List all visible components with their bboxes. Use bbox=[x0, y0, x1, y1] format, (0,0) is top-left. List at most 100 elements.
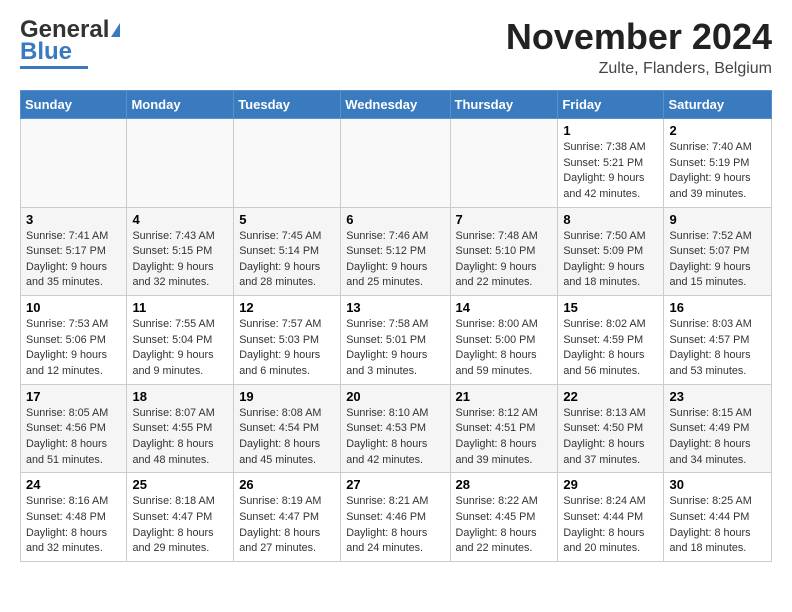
calendar: Sunday Monday Tuesday Wednesday Thursday… bbox=[20, 90, 772, 562]
logo-triangle-icon bbox=[111, 23, 120, 37]
day-info: Sunrise: 7:53 AM Sunset: 5:06 PM Dayligh… bbox=[26, 317, 121, 380]
day-number: 28 bbox=[456, 477, 553, 492]
day-info: Sunrise: 8:13 AM Sunset: 4:50 PM Dayligh… bbox=[563, 406, 658, 469]
table-row: 4Sunrise: 7:43 AM Sunset: 5:15 PM Daylig… bbox=[127, 207, 234, 296]
table-row: 26 Sunrise: 8:19 AM Sunset: 4:47 PM Dayli… bbox=[234, 473, 341, 562]
table-row: 16 Sunrise: 8:03 AM Sunset: 4:57 PM Dayli… bbox=[664, 296, 772, 385]
calendar-week-row: 3Sunrise: 7:41 AM Sunset: 5:17 PM Daylig… bbox=[21, 207, 772, 296]
day-number: 13 bbox=[346, 300, 444, 315]
day-number: 1 bbox=[563, 123, 658, 138]
table-row: 18Sunrise: 8:07 AM Sunset: 4:55 PM Dayli… bbox=[127, 384, 234, 473]
table-row: 17 Sunrise: 8:05 AM Sunset: 4:56 PM Dayli… bbox=[21, 384, 127, 473]
logo-blue: Blue bbox=[20, 40, 72, 64]
day-info: Sunrise: 7:52 AM Sunset: 5:07 PM Dayligh… bbox=[669, 229, 766, 292]
table-row: 6 Sunrise: 7:46 AM Sunset: 5:12 PM Daylig… bbox=[341, 207, 450, 296]
calendar-header-row: Sunday Monday Tuesday Wednesday Thursday… bbox=[21, 91, 772, 119]
col-friday: Friday bbox=[558, 91, 664, 119]
title-block: November 2024 Zulte, Flanders, Belgium bbox=[506, 16, 772, 78]
logo: General Blue bbox=[20, 16, 120, 69]
day-number: 20 bbox=[346, 389, 444, 404]
table-row: 7 Sunrise: 7:48 AM Sunset: 5:10 PM Daylig… bbox=[450, 207, 558, 296]
table-row: 25 Sunrise: 8:18 AM Sunset: 4:47 PM Dayli… bbox=[127, 473, 234, 562]
table-row: 3Sunrise: 7:41 AM Sunset: 5:17 PM Daylig… bbox=[21, 207, 127, 296]
day-number: 21 bbox=[456, 389, 553, 404]
day-number: 25 bbox=[132, 477, 228, 492]
day-info: Sunrise: 8:10 AM Sunset: 4:53 PM Dayligh… bbox=[346, 406, 444, 469]
table-row bbox=[21, 119, 127, 208]
month-title: November 2024 bbox=[506, 16, 772, 58]
day-info: Sunrise: 7:57 AM Sunset: 5:03 PM Dayligh… bbox=[239, 317, 335, 380]
day-number: 16 bbox=[669, 300, 766, 315]
day-info: Sunrise: 7:58 AM Sunset: 5:01 PM Dayligh… bbox=[346, 317, 444, 380]
day-number: 8 bbox=[563, 212, 658, 227]
day-info: Sunrise: 8:22 AM Sunset: 4:45 PM Dayligh… bbox=[456, 494, 553, 557]
col-monday: Monday bbox=[127, 91, 234, 119]
table-row: 21 Sunrise: 8:12 AM Sunset: 4:51 PM Dayli… bbox=[450, 384, 558, 473]
calendar-week-row: 24Sunrise: 8:16 AM Sunset: 4:48 PM Dayli… bbox=[21, 473, 772, 562]
day-info: Sunrise: 7:43 AM Sunset: 5:15 PM Dayligh… bbox=[132, 229, 228, 292]
table-row: 10 Sunrise: 7:53 AM Sunset: 5:06 PM Dayli… bbox=[21, 296, 127, 385]
col-wednesday: Wednesday bbox=[341, 91, 450, 119]
day-info: Sunrise: 8:25 AM Sunset: 4:44 PM Dayligh… bbox=[669, 494, 766, 557]
table-row: 9 Sunrise: 7:52 AM Sunset: 5:07 PM Daylig… bbox=[664, 207, 772, 296]
day-info: Sunrise: 7:40 AM Sunset: 5:19 PM Dayligh… bbox=[669, 140, 766, 203]
day-number: 30 bbox=[669, 477, 766, 492]
day-number: 2 bbox=[669, 123, 766, 138]
day-info: Sunrise: 7:45 AM Sunset: 5:14 PM Dayligh… bbox=[239, 229, 335, 292]
day-number: 10 bbox=[26, 300, 121, 315]
table-row: 14Sunrise: 8:00 AM Sunset: 5:00 PM Dayli… bbox=[450, 296, 558, 385]
day-info: Sunrise: 7:48 AM Sunset: 5:10 PM Dayligh… bbox=[456, 229, 553, 292]
table-row: 11Sunrise: 7:55 AM Sunset: 5:04 PM Dayli… bbox=[127, 296, 234, 385]
day-number: 17 bbox=[26, 389, 121, 404]
day-number: 15 bbox=[563, 300, 658, 315]
table-row: 13 Sunrise: 7:58 AM Sunset: 5:01 PM Dayli… bbox=[341, 296, 450, 385]
day-number: 27 bbox=[346, 477, 444, 492]
day-info: Sunrise: 8:05 AM Sunset: 4:56 PM Dayligh… bbox=[26, 406, 121, 469]
day-info: Sunrise: 7:38 AM Sunset: 5:21 PM Dayligh… bbox=[563, 140, 658, 203]
day-info: Sunrise: 8:02 AM Sunset: 4:59 PM Dayligh… bbox=[563, 317, 658, 380]
table-row bbox=[127, 119, 234, 208]
table-row: 23Sunrise: 8:15 AM Sunset: 4:49 PM Dayli… bbox=[664, 384, 772, 473]
location: Zulte, Flanders, Belgium bbox=[506, 60, 772, 78]
day-info: Sunrise: 7:46 AM Sunset: 5:12 PM Dayligh… bbox=[346, 229, 444, 292]
col-saturday: Saturday bbox=[664, 91, 772, 119]
table-row: 12 Sunrise: 7:57 AM Sunset: 5:03 PM Dayli… bbox=[234, 296, 341, 385]
table-row: 30 Sunrise: 8:25 AM Sunset: 4:44 PM Dayli… bbox=[664, 473, 772, 562]
day-info: Sunrise: 8:03 AM Sunset: 4:57 PM Dayligh… bbox=[669, 317, 766, 380]
day-number: 23 bbox=[669, 389, 766, 404]
day-number: 11 bbox=[132, 300, 228, 315]
day-number: 22 bbox=[563, 389, 658, 404]
day-number: 12 bbox=[239, 300, 335, 315]
day-number: 6 bbox=[346, 212, 444, 227]
day-info: Sunrise: 8:08 AM Sunset: 4:54 PM Dayligh… bbox=[239, 406, 335, 469]
table-row: 1 Sunrise: 7:38 AM Sunset: 5:21 PM Daylig… bbox=[558, 119, 664, 208]
logo-line bbox=[20, 66, 88, 69]
day-number: 19 bbox=[239, 389, 335, 404]
day-number: 9 bbox=[669, 212, 766, 227]
table-row: 19 Sunrise: 8:08 AM Sunset: 4:54 PM Dayli… bbox=[234, 384, 341, 473]
table-row: 22 Sunrise: 8:13 AM Sunset: 4:50 PM Dayli… bbox=[558, 384, 664, 473]
table-row: 20 Sunrise: 8:10 AM Sunset: 4:53 PM Dayli… bbox=[341, 384, 450, 473]
col-sunday: Sunday bbox=[21, 91, 127, 119]
day-number: 26 bbox=[239, 477, 335, 492]
table-row: 28 Sunrise: 8:22 AM Sunset: 4:45 PM Dayli… bbox=[450, 473, 558, 562]
day-number: 7 bbox=[456, 212, 553, 227]
day-number: 14 bbox=[456, 300, 553, 315]
table-row: 27Sunrise: 8:21 AM Sunset: 4:46 PM Dayli… bbox=[341, 473, 450, 562]
day-info: Sunrise: 8:24 AM Sunset: 4:44 PM Dayligh… bbox=[563, 494, 658, 557]
day-number: 29 bbox=[563, 477, 658, 492]
table-row: 5 Sunrise: 7:45 AM Sunset: 5:14 PM Daylig… bbox=[234, 207, 341, 296]
day-info: Sunrise: 7:50 AM Sunset: 5:09 PM Dayligh… bbox=[563, 229, 658, 292]
calendar-week-row: 10 Sunrise: 7:53 AM Sunset: 5:06 PM Dayli… bbox=[21, 296, 772, 385]
table-row bbox=[341, 119, 450, 208]
calendar-week-row: 1 Sunrise: 7:38 AM Sunset: 5:21 PM Daylig… bbox=[21, 119, 772, 208]
table-row: 8 Sunrise: 7:50 AM Sunset: 5:09 PM Daylig… bbox=[558, 207, 664, 296]
table-row: 24Sunrise: 8:16 AM Sunset: 4:48 PM Dayli… bbox=[21, 473, 127, 562]
day-info: Sunrise: 8:12 AM Sunset: 4:51 PM Dayligh… bbox=[456, 406, 553, 469]
day-info: Sunrise: 8:19 AM Sunset: 4:47 PM Dayligh… bbox=[239, 494, 335, 557]
day-info: Sunrise: 8:18 AM Sunset: 4:47 PM Dayligh… bbox=[132, 494, 228, 557]
col-tuesday: Tuesday bbox=[234, 91, 341, 119]
day-number: 5 bbox=[239, 212, 335, 227]
day-number: 3 bbox=[26, 212, 121, 227]
table-row: 2 Sunrise: 7:40 AM Sunset: 5:19 PM Daylig… bbox=[664, 119, 772, 208]
